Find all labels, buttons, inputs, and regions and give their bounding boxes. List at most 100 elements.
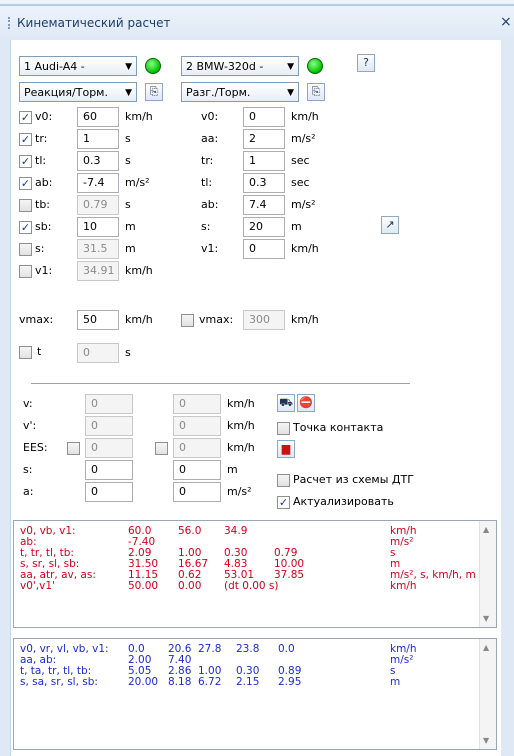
close-icon[interactable]: × <box>500 14 512 30</box>
param-label: s: <box>35 242 45 255</box>
vehicle1-select[interactable]: 1 Audi-A4 - ▼ <box>19 56 137 76</box>
actualize-label: Актуализировать <box>293 495 394 508</box>
chevron-down-icon: ▼ <box>125 88 132 98</box>
help-icon[interactable]: ? <box>357 54 375 72</box>
param-checkbox[interactable]: ✓ <box>19 155 32 168</box>
param-label: v0: <box>201 110 219 123</box>
param-label: tr: <box>201 154 214 167</box>
actualize-checkbox[interactable]: ✓ <box>277 496 290 509</box>
calc-from-scheme-checkbox[interactable] <box>277 474 290 487</box>
param-checkbox[interactable]: ✓ <box>19 177 32 190</box>
result-value: 56.0 <box>178 525 202 537</box>
param-checkbox[interactable]: ✓ <box>19 221 32 234</box>
result-value: 50.00 <box>128 580 159 592</box>
car-collision-icon[interactable]: ⛟ <box>277 394 295 412</box>
result-label: EES: <box>23 441 48 454</box>
param-input[interactable]: 0.3 <box>77 151 119 171</box>
chart-icon[interactable]: ↗ <box>381 216 399 234</box>
param-checkbox[interactable]: ✓ <box>19 133 32 146</box>
param-input[interactable]: 20 <box>243 217 285 237</box>
param-unit: km/h <box>125 110 153 123</box>
param-input[interactable]: 0 <box>243 239 285 259</box>
result-input[interactable]: 0 <box>173 460 221 480</box>
param-input[interactable]: 10 <box>77 217 119 237</box>
vmax-right-label: vmax: <box>199 313 234 326</box>
result-input[interactable]: 0 <box>173 438 221 458</box>
ees-checkbox[interactable] <box>155 442 168 455</box>
param-unit: m/s² <box>125 176 150 189</box>
param-unit: m <box>291 220 302 233</box>
ees-checkbox[interactable] <box>67 442 80 455</box>
result-value: 6.72 <box>198 676 222 688</box>
param-input[interactable]: 0.3 <box>243 173 285 193</box>
param-input[interactable]: 2 <box>243 129 285 149</box>
vmax-left-input[interactable]: 50 <box>77 310 119 330</box>
param-label: tl: <box>35 154 47 167</box>
result-input[interactable]: 0 <box>85 460 133 480</box>
param-input[interactable]: 60 <box>77 107 119 127</box>
result-input[interactable]: 0 <box>85 438 133 458</box>
param-unit: km/h <box>291 110 319 123</box>
result-unit: km/h <box>227 419 255 432</box>
main-panel: 1 Audi-A4 - ▼ 2 BMW-320d - ▼ ? Реакция/Тор… <box>10 40 501 756</box>
results-vehicle2[interactable]: v0, vr, vl, vb, v1: 0.0 20.6 27.8 23.8 0.0 km/… <box>13 638 497 750</box>
param-checkbox[interactable] <box>19 265 32 278</box>
chevron-down-icon: ▼ <box>287 62 294 72</box>
param-input[interactable]: 1 <box>77 129 119 149</box>
vehicle1-mode-select[interactable]: Реакция/Торм. ▼ <box>19 82 137 102</box>
vmax-left-label: vmax: <box>19 313 54 326</box>
vehicle2-status-icon <box>307 58 323 74</box>
vehicle2-select[interactable]: 2 BMW-320d - ▼ <box>181 56 299 76</box>
vmax-right-unit: km/h <box>291 313 319 326</box>
vehicle2-mode-select[interactable]: Разг./Торм. ▼ <box>181 82 299 102</box>
param-label: aa: <box>201 132 219 145</box>
result-label: v': <box>23 419 37 432</box>
result-input[interactable]: 0 <box>173 394 221 414</box>
contact-point-checkbox[interactable] <box>277 422 290 435</box>
param-input[interactable]: 7.4 <box>243 195 285 215</box>
vmax-right-checkbox[interactable] <box>181 314 194 327</box>
param-input[interactable]: 1 <box>243 151 285 171</box>
t-input[interactable]: 0 <box>77 343 119 363</box>
results-vehicle1[interactable]: v0, vb, v1: 60.0 56.0 34.9 km/h ab: -7.40 m/s² t… <box>13 520 497 628</box>
param-label: v0: <box>35 110 53 123</box>
param-input[interactable]: -7.4 <box>77 173 119 193</box>
param-label: tr: <box>35 132 48 145</box>
car-icon[interactable]: ▆ <box>277 440 295 458</box>
copy-icon[interactable]: ⎘ <box>307 83 325 101</box>
title-text: Кинематический расчет <box>17 16 171 30</box>
param-unit: s <box>125 198 131 211</box>
scroll-up-icon: ▲ <box>483 525 490 534</box>
result-unit: km/h <box>227 441 255 454</box>
result-input[interactable]: 0 <box>85 416 133 436</box>
result-value: (dt 0.00 s) <box>224 580 279 592</box>
grip-icon[interactable] <box>8 17 13 29</box>
scrollbar[interactable]: ▲ ▼ <box>479 639 496 749</box>
t-label: t <box>37 345 42 358</box>
param-input[interactable]: 31.5 <box>77 239 119 259</box>
param-label: v1: <box>201 242 219 255</box>
result-value: 23.8 <box>236 643 260 655</box>
param-label: tb: <box>35 198 51 211</box>
result-input[interactable]: 0 <box>173 482 221 502</box>
scroll-down-icon: ▼ <box>483 614 490 623</box>
param-input[interactable]: 34.91 <box>77 261 119 281</box>
param-unit: m <box>125 220 136 233</box>
car-stop-icon[interactable]: ⛔ <box>297 394 315 412</box>
window-title: Кинематический расчет <box>8 14 171 32</box>
param-input[interactable]: 0 <box>243 107 285 127</box>
param-input[interactable]: 0.79 <box>77 195 119 215</box>
scrollbar[interactable]: ▲ ▼ <box>479 521 496 627</box>
result-input[interactable]: 0 <box>85 394 133 414</box>
result-unit: km/h <box>227 397 255 410</box>
result-input[interactable]: 0 <box>173 416 221 436</box>
param-checkbox[interactable] <box>19 243 32 256</box>
param-label: s: <box>201 220 211 233</box>
vmax-right-input[interactable]: 300 <box>243 310 285 330</box>
param-unit: m/s² <box>291 198 316 211</box>
param-checkbox[interactable] <box>19 199 32 212</box>
t-checkbox[interactable] <box>19 346 32 359</box>
copy-icon[interactable]: ⎘ <box>145 83 163 101</box>
result-input[interactable]: 0 <box>85 482 133 502</box>
param-checkbox[interactable]: ✓ <box>19 111 32 124</box>
